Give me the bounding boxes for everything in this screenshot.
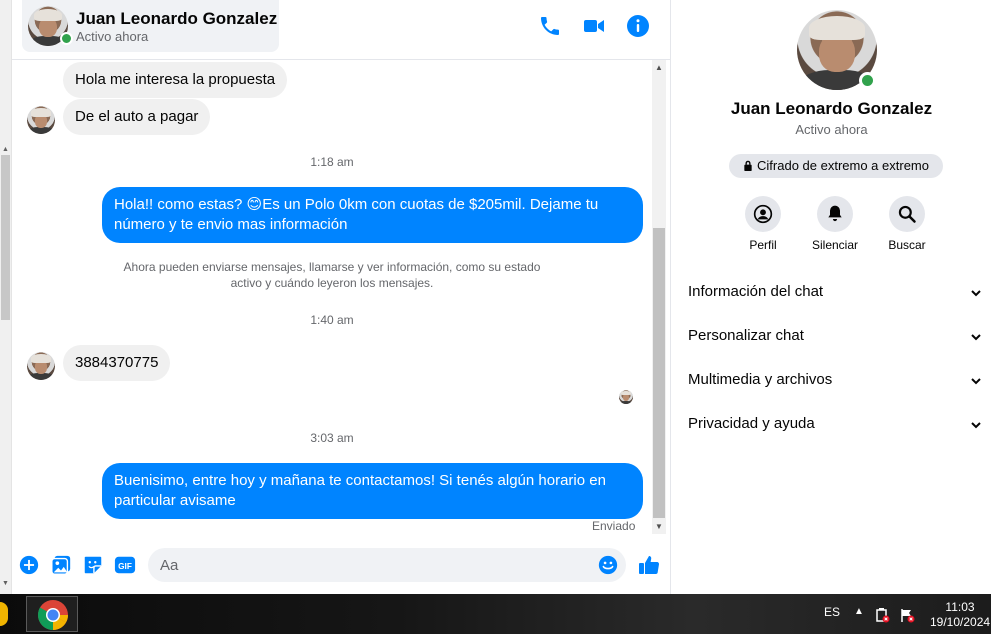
chrome-icon <box>37 600 69 630</box>
search-action[interactable]: Buscar <box>877 196 937 252</box>
contact-status: Activo ahora <box>76 29 149 44</box>
message-list[interactable]: Hola me interesa la propuesta De el auto… <box>12 60 652 534</box>
lock-icon <box>744 160 752 171</box>
section-customize-chat[interactable]: Personalizar chat <box>688 325 988 349</box>
section-label: Privacidad y ayuda <box>688 415 815 432</box>
browser-edge-scrollbar[interactable]: ▲ ▼ <box>0 0 12 594</box>
scrollbar-thumb[interactable] <box>653 228 665 518</box>
scroll-down-arrow-icon[interactable]: ▼ <box>2 580 9 587</box>
section-label: Información del chat <box>688 283 824 300</box>
sticker-icon[interactable] <box>82 554 104 576</box>
incoming-message[interactable]: 3884370775 <box>63 345 171 381</box>
profile-action-label: Perfil <box>749 238 777 252</box>
emoji-icon[interactable] <box>598 555 618 575</box>
online-indicator <box>60 32 73 45</box>
info-icon[interactable] <box>626 14 650 38</box>
contact-avatar-small <box>27 352 55 380</box>
gallery-icon[interactable] <box>50 554 72 576</box>
gif-icon[interactable]: GIF <box>114 554 136 576</box>
conversation-info-panel: Juan Leonardo Gonzalez Activo ahora Cifr… <box>670 0 991 594</box>
language-indicator[interactable]: ES <box>824 605 840 619</box>
message-composer: GIF <box>12 542 670 590</box>
outgoing-message[interactable]: Buenisimo, entre hoy y mañana te contact… <box>102 463 643 519</box>
contact-avatar-small <box>27 106 55 134</box>
video-call-icon[interactable] <box>582 14 606 38</box>
windows-taskbar: ES ▲ 11:03 19/10/2024 <box>0 594 991 634</box>
contact-header-button[interactable]: Juan Leonardo Gonzalez Activo ahora <box>22 0 279 52</box>
incoming-message[interactable]: De el auto a pagar <box>63 99 211 135</box>
taskbar-chrome-button[interactable] <box>26 596 78 632</box>
section-chat-info[interactable]: Información del chat <box>688 281 988 305</box>
section-privacy-help[interactable]: Privacidad y ayuda <box>688 413 988 437</box>
chat-pane: Juan Leonardo Gonzalez Activo ahora Hola… <box>12 0 670 594</box>
messages-scrollbar[interactable]: ▲ ▼ <box>652 60 666 534</box>
plus-actions-icon[interactable] <box>18 554 40 576</box>
scroll-up-arrow-icon[interactable]: ▲ <box>2 146 9 153</box>
start-button[interactable] <box>0 602 8 626</box>
search-action-label: Buscar <box>888 238 926 252</box>
contact-profile-status: Activo ahora <box>795 122 868 137</box>
tray-expand-icon[interactable]: ▲ <box>854 606 864 617</box>
chat-header: Juan Leonardo Gonzalez Activo ahora <box>12 0 670 60</box>
chevron-down-icon <box>971 422 981 429</box>
bell-icon <box>828 205 842 222</box>
online-indicator <box>859 72 876 89</box>
scroll-up-arrow-icon[interactable]: ▲ <box>655 63 663 72</box>
section-label: Multimedia y archivos <box>688 371 833 388</box>
outgoing-message[interactable]: Hola!! como estas? 😊Es un Polo 0km con c… <box>102 187 643 243</box>
profile-action[interactable]: Perfil <box>733 196 793 252</box>
chevron-down-icon <box>971 334 981 341</box>
message-input[interactable] <box>160 555 580 575</box>
clock-time: 11:03 <box>945 600 975 614</box>
action-center-flag-icon[interactable] <box>899 607 915 623</box>
clock-date: 19/10/2024 <box>930 615 991 629</box>
message-timestamp: 3:03 am <box>310 431 354 445</box>
battery-warning-icon[interactable] <box>874 607 890 623</box>
encryption-label: Cifrado de extremo a extremo <box>757 158 929 173</box>
taskbar-clock[interactable]: 11:03 19/10/2024 <box>930 600 990 630</box>
svg-text:GIF: GIF <box>118 562 132 571</box>
system-notice: Ahora pueden enviarse mensajes, llamarse… <box>123 260 541 290</box>
message-input-container[interactable] <box>148 548 626 582</box>
incoming-message[interactable]: Hola me interesa la propuesta <box>63 62 288 98</box>
contact-profile-name: Juan Leonardo Gonzalez <box>730 99 933 118</box>
scrollbar-thumb[interactable] <box>1 155 10 320</box>
seen-receipt-avatar <box>619 390 633 404</box>
phone-call-icon[interactable] <box>538 14 562 38</box>
chevron-down-icon <box>971 290 981 297</box>
scroll-down-arrow-icon[interactable]: ▼ <box>655 522 663 531</box>
search-icon <box>898 205 916 223</box>
thumbs-up-icon[interactable] <box>637 553 661 577</box>
message-timestamp: 1:40 am <box>310 313 354 327</box>
mute-action-label: Silenciar <box>811 238 859 252</box>
section-label: Personalizar chat <box>688 327 804 344</box>
contact-name: Juan Leonardo Gonzalez <box>76 9 278 28</box>
sent-status: Enviado <box>592 519 636 533</box>
section-media-files[interactable]: Multimedia y archivos <box>688 369 988 393</box>
chevron-down-icon <box>971 378 981 385</box>
mute-action[interactable]: Silenciar <box>805 196 865 252</box>
encryption-badge[interactable]: Cifrado de extremo a extremo <box>729 154 943 178</box>
message-timestamp: 1:18 am <box>310 155 354 169</box>
profile-icon <box>753 204 773 224</box>
